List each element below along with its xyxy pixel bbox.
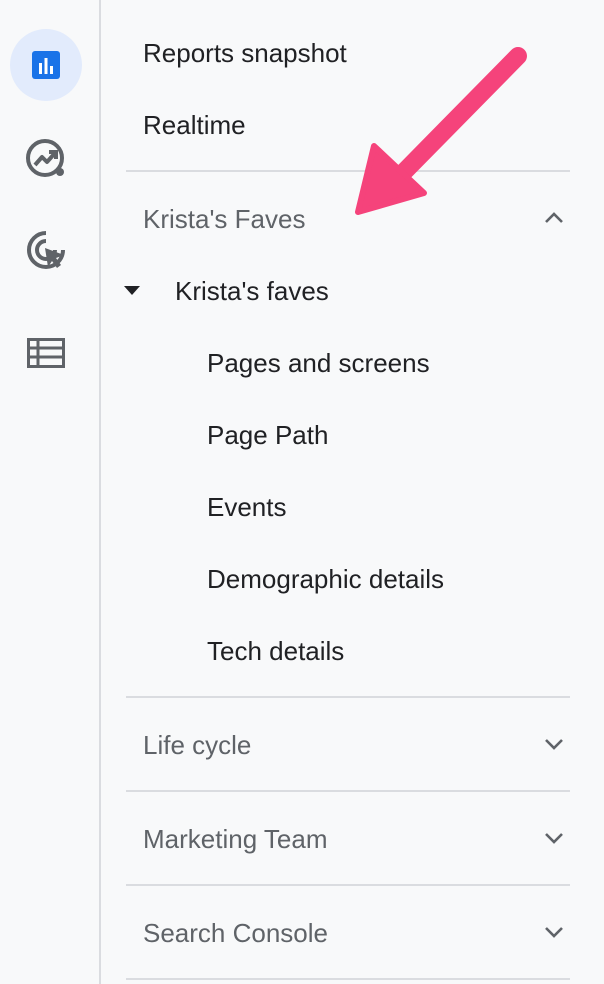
nav-item-page-path[interactable]: Page Path [207, 419, 328, 451]
icon-rail [0, 0, 101, 984]
nav-reports-snapshot[interactable]: Reports snapshot [143, 37, 347, 69]
configure-button[interactable] [10, 317, 82, 389]
section-marketing-team[interactable]: Marketing Team [143, 823, 328, 855]
nav-item-demographic-details[interactable]: Demographic details [207, 563, 444, 595]
section-life-cycle[interactable]: Life cycle [143, 729, 251, 761]
chevron-down-icon[interactable] [542, 920, 566, 944]
section-search-console[interactable]: Search Console [143, 917, 328, 949]
nav-item-tech-details[interactable]: Tech details [207, 635, 344, 667]
chevron-down-icon[interactable] [542, 826, 566, 850]
divider [126, 170, 570, 172]
divider [126, 790, 570, 792]
chevron-up-icon[interactable] [542, 206, 566, 230]
nav-item-events[interactable]: Events [207, 491, 287, 523]
collection-kristas-faves[interactable]: Krista's faves [175, 275, 329, 307]
divider [126, 696, 570, 698]
reports-button[interactable] [10, 29, 82, 101]
advertising-icon [27, 231, 65, 269]
caret-down-icon[interactable] [124, 286, 140, 296]
section-kristas-faves[interactable]: Krista's Faves [143, 203, 305, 235]
divider [126, 978, 570, 980]
chevron-down-icon[interactable] [542, 732, 566, 756]
reports-icon [32, 51, 60, 79]
configure-icon [27, 338, 65, 368]
advertising-button[interactable] [10, 214, 82, 286]
divider [126, 884, 570, 886]
explore-icon [26, 139, 64, 177]
explore-button[interactable] [10, 122, 82, 194]
nav-realtime[interactable]: Realtime [143, 109, 246, 141]
reports-nav-panel: Reports snapshot Realtime Krista's Faves… [102, 0, 604, 984]
nav-item-pages-and-screens[interactable]: Pages and screens [207, 347, 430, 379]
